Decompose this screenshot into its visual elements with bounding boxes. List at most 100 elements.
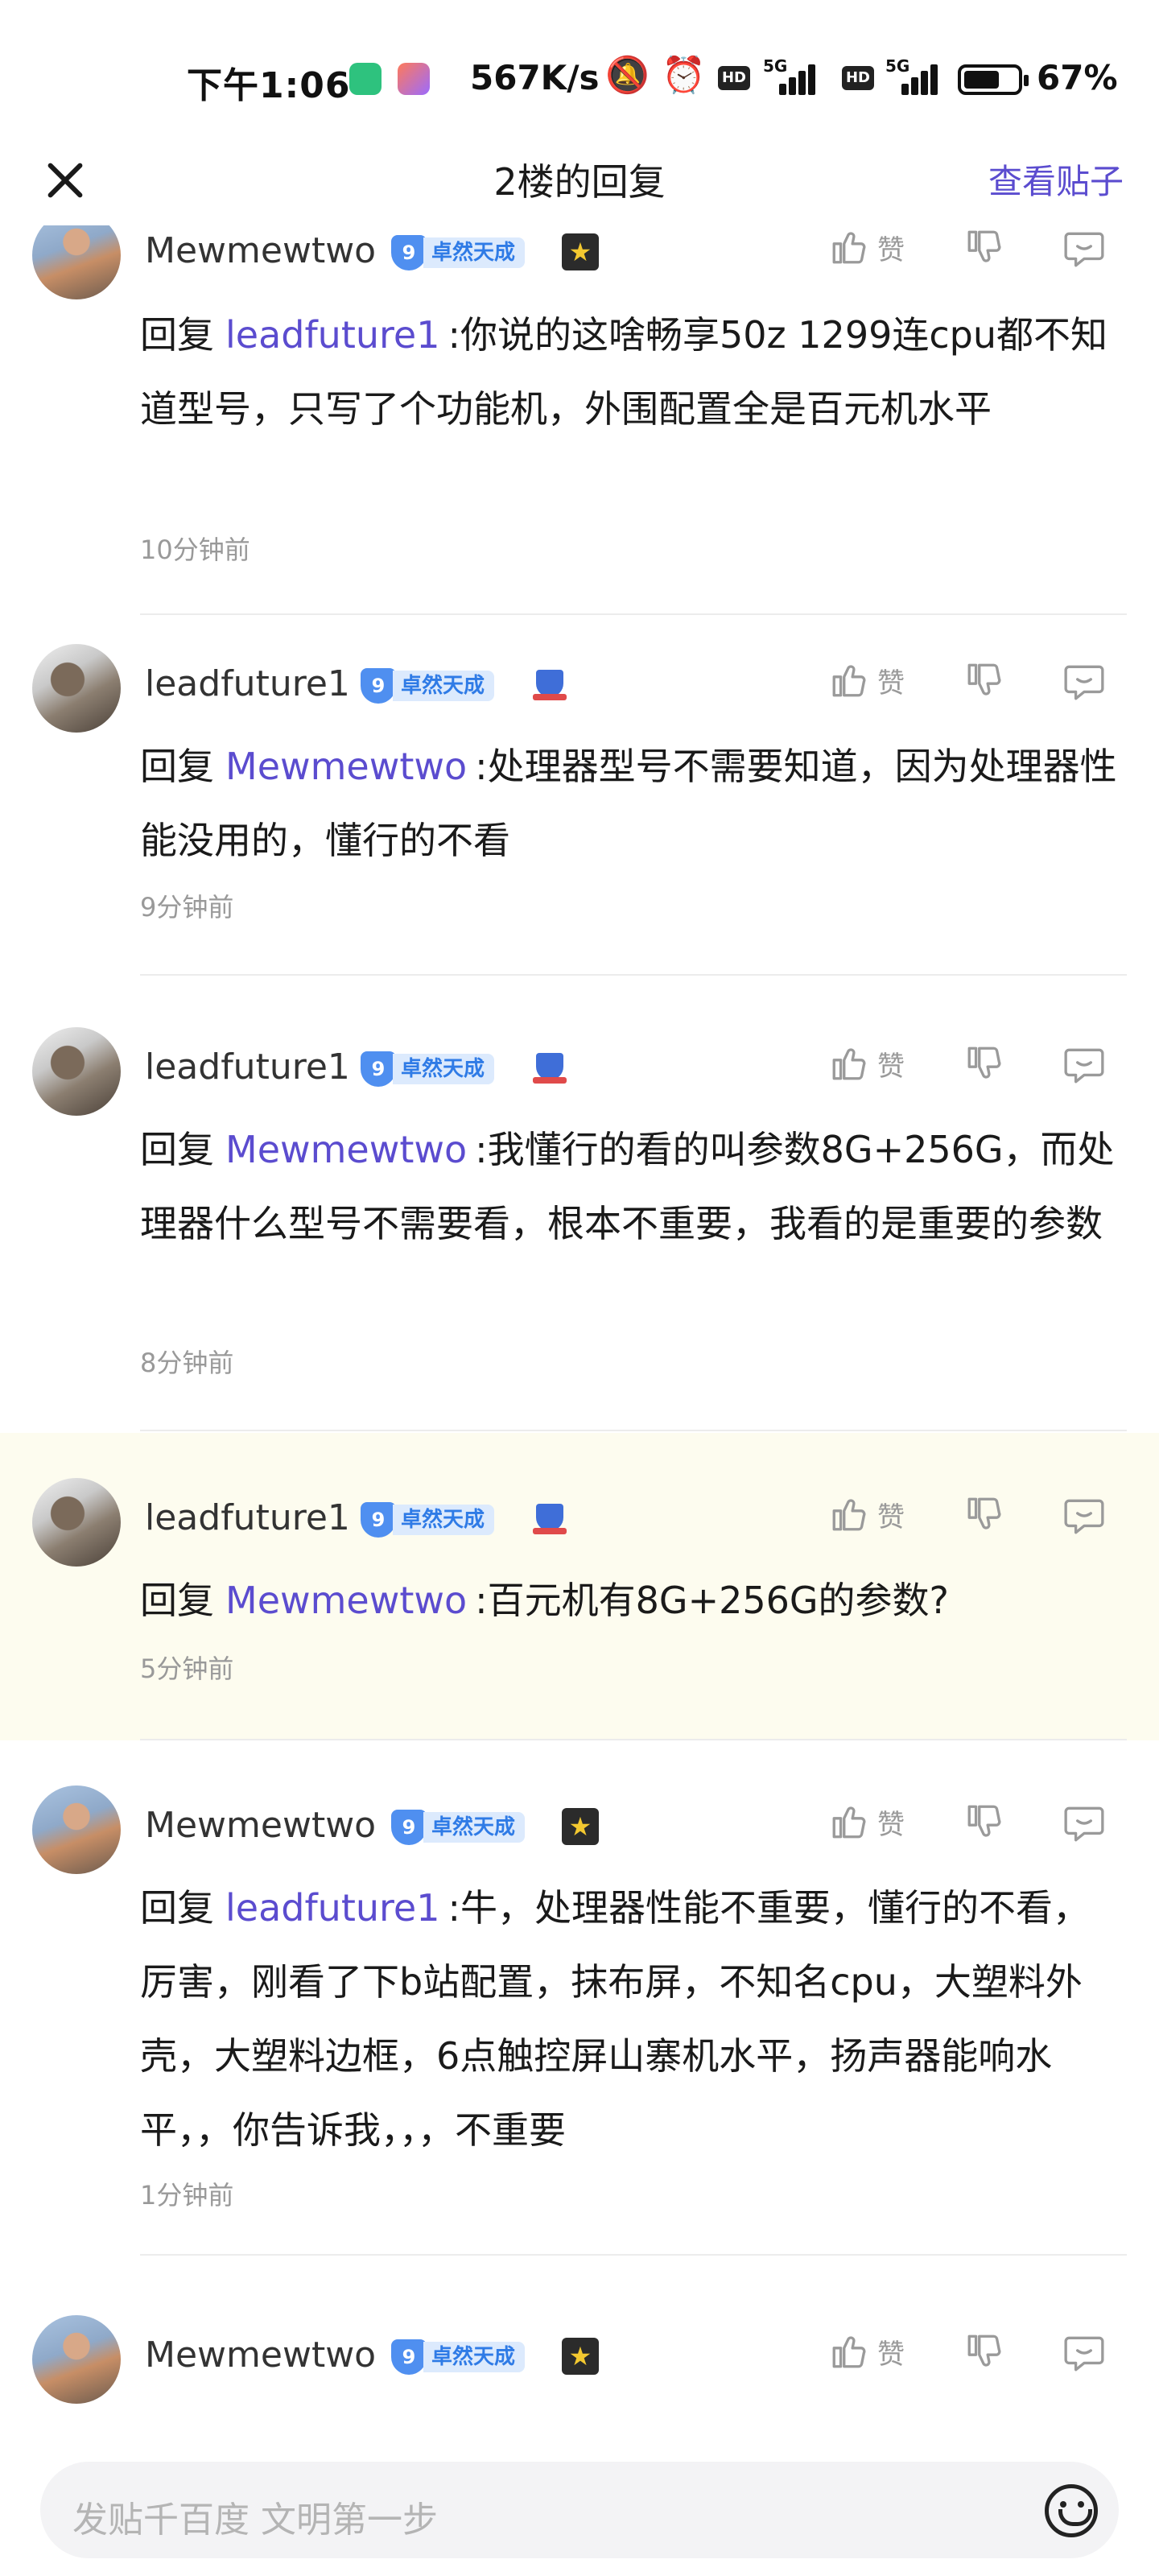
hd-icon: HD: [842, 66, 874, 90]
dislike-button[interactable]: [964, 1494, 1004, 1534]
top-nav: 2楼的回复 查看贴子: [0, 145, 1159, 225]
comment-time: 8分钟前: [140, 1348, 234, 1378]
list-item: leadfuture1 9 卓然天成 赞 回复 Mewmewtwo:我懂行的看的叫…: [0, 1027, 1159, 1478]
like-button[interactable]: 赞: [829, 227, 905, 267]
like-label: 赞: [877, 1050, 905, 1083]
medal-icon: [531, 667, 568, 704]
reply-prefix: 回复: [140, 1579, 214, 1622]
avatar[interactable]: [32, 225, 121, 299]
reply-button[interactable]: [1062, 662, 1106, 702]
reply-prefix: 回复: [140, 1128, 214, 1171]
comment-time: 9分钟前: [140, 892, 234, 923]
medal-icon: [531, 1501, 568, 1538]
level-name: 卓然天成: [393, 1505, 495, 1535]
net-speed: 567K/s: [470, 58, 600, 97]
medal-icon: [531, 1050, 568, 1087]
mention-link[interactable]: Mewmewtwo: [225, 1579, 467, 1622]
thumbs-down-icon: [967, 2334, 1001, 2367]
level-name: 卓然天成: [423, 2342, 526, 2372]
avatar[interactable]: [32, 1478, 121, 1567]
mute-icon: 🔕: [605, 55, 650, 96]
game-app-icon: [398, 63, 430, 95]
reply-prefix: 回复: [140, 1886, 214, 1930]
hd-icon: HD: [718, 66, 750, 90]
alarm-icon: ⏰: [662, 55, 706, 96]
reply-button[interactable]: [1062, 2333, 1106, 2373]
level-number: 9: [391, 235, 427, 270]
like-label: 赞: [877, 233, 905, 266]
battery-level: [964, 71, 999, 89]
reply-input[interactable]: 发贴千百度 文明第一步: [40, 2462, 1119, 2558]
like-button[interactable]: 赞: [829, 1802, 905, 1842]
divider: [140, 2254, 1127, 2256]
thumbs-up-icon: [832, 1499, 866, 1531]
level-name: 卓然天成: [393, 671, 495, 701]
like-button[interactable]: 赞: [829, 660, 905, 700]
dislike-button[interactable]: [964, 227, 1004, 267]
level-number: 9: [361, 1502, 396, 1538]
comment-bubble-icon: [1064, 1806, 1104, 1842]
dislike-button[interactable]: [964, 660, 1004, 700]
comment-bubble-icon: [1064, 232, 1104, 267]
bottom-bar: 发贴千百度 文明第一步: [0, 2447, 1159, 2576]
reply-button[interactable]: [1062, 1803, 1106, 1843]
level-name: 卓然天成: [423, 237, 526, 268]
username[interactable]: leadfuture1: [145, 1046, 350, 1088]
like-label: 赞: [877, 1501, 905, 1534]
dislike-button[interactable]: [964, 1043, 1004, 1084]
mention-link[interactable]: Mewmewtwo: [225, 745, 467, 788]
comment-time: 1分钟前: [140, 2180, 234, 2211]
username[interactable]: leadfuture1: [145, 1497, 350, 1538]
avatar[interactable]: [32, 2315, 121, 2404]
status-time: 下午1:06: [187, 65, 351, 106]
divider: [140, 613, 1127, 615]
like-label: 赞: [877, 2338, 905, 2371]
comment-time: 5分钟前: [140, 1653, 234, 1684]
input-placeholder: 发贴千百度 文明第一步: [72, 2500, 438, 2541]
like-button[interactable]: 赞: [829, 1494, 905, 1534]
mention-link[interactable]: leadfuture1: [225, 313, 439, 357]
like-label: 赞: [877, 667, 905, 700]
username[interactable]: Mewmewtwo: [145, 2334, 376, 2376]
close-icon[interactable]: [39, 155, 90, 206]
username[interactable]: leadfuture1: [145, 663, 350, 704]
comment-actions: 赞: [829, 1802, 1119, 1850]
thumbs-up-icon: [832, 665, 866, 697]
list-item: Mewmewtwo 9 卓然天成 赞 回复leadfuture1:你说的这啥畅享…: [0, 225, 1159, 644]
like-button[interactable]: 赞: [829, 1043, 905, 1084]
avatar[interactable]: [32, 1027, 121, 1116]
level-number: 9: [361, 668, 396, 704]
reply-list[interactable]: Mewmewtwo 9 卓然天成 赞 回复leadfuture1:你说的这啥畅享…: [0, 225, 1159, 2447]
comment-text: 回复 Mewmewtwo:百元机有8G+256G的参数?: [140, 1563, 1122, 1637]
mention-link[interactable]: leadfuture1: [225, 1886, 439, 1930]
signal-icon: [773, 60, 824, 95]
level-number: 9: [391, 1810, 427, 1845]
dislike-button[interactable]: [964, 1802, 1004, 1842]
comment-actions: 赞: [829, 1043, 1119, 1092]
mention-link[interactable]: Mewmewtwo: [225, 1128, 467, 1171]
dislike-button[interactable]: [964, 2331, 1004, 2372]
like-button[interactable]: 赞: [829, 2331, 905, 2372]
thumbs-down-icon: [967, 230, 1001, 262]
view-post-link[interactable]: 查看贴子: [988, 155, 1124, 204]
reply-button[interactable]: [1062, 229, 1106, 269]
divider: [140, 974, 1127, 976]
emoji-icon[interactable]: [1045, 2484, 1098, 2537]
reply-button[interactable]: [1062, 1045, 1106, 1085]
username[interactable]: Mewmewtwo: [145, 1805, 376, 1846]
battery-percent: 67%: [1037, 58, 1118, 97]
medal-icon: [562, 233, 599, 270]
reply-button[interactable]: [1062, 1496, 1106, 1536]
username[interactable]: Mewmewtwo: [145, 230, 376, 271]
thumbs-up-icon: [832, 1806, 866, 1839]
thumbs-down-icon: [967, 1805, 1001, 1837]
list-item: Mewmewtwo 9 卓然天成 赞 回复leadfuture1:牛，处理器性能…: [0, 1740, 1159, 2256]
avatar[interactable]: [32, 1785, 121, 1874]
level-badge: 9 卓然天成: [391, 2339, 526, 2375]
list-item: leadfuture1 9 卓然天成 赞 回复 Mewmewtwo:处理器型号不需…: [0, 644, 1159, 1026]
avatar[interactable]: [32, 644, 121, 733]
reply-prefix: 回复: [140, 745, 214, 788]
thumbs-down-icon: [967, 663, 1001, 696]
thumbs-down-icon: [967, 1046, 1001, 1079]
comment-bubble-icon: [1064, 1048, 1104, 1084]
